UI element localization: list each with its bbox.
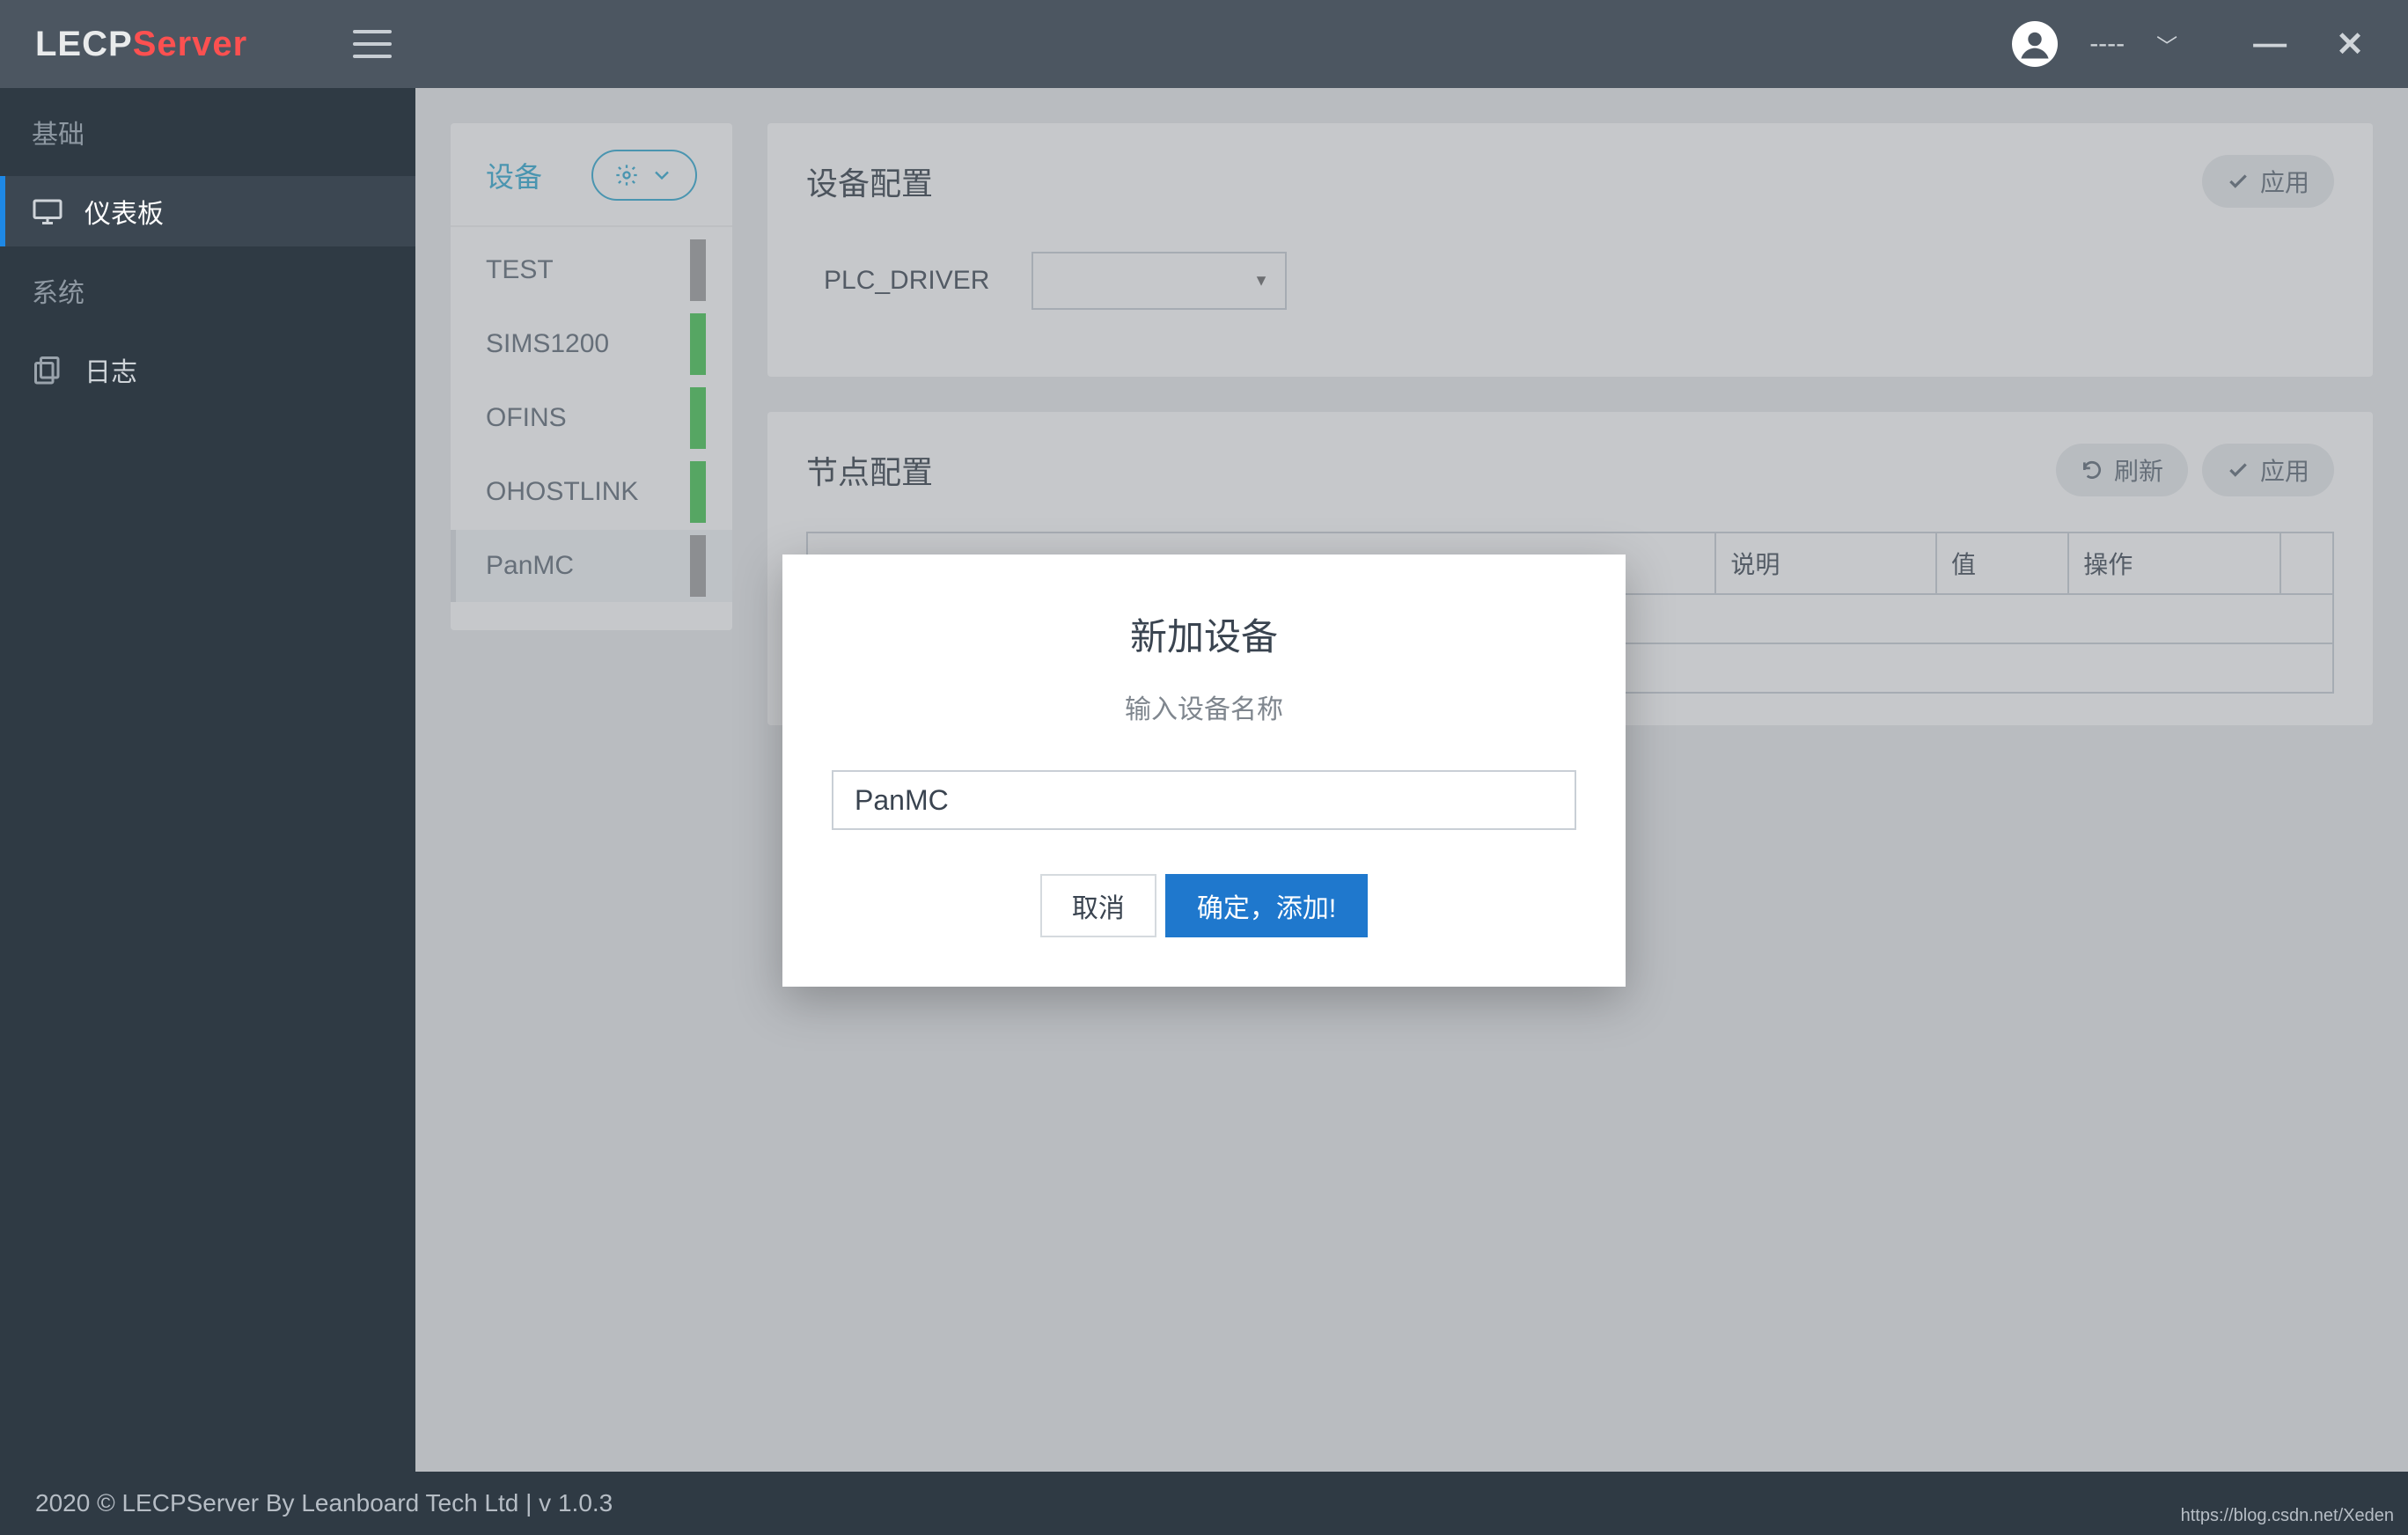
modal-actions: 取消 确定，添加! — [832, 874, 1576, 937]
modal-title: 新加设备 — [832, 607, 1576, 661]
modal-wrap: 新加设备 输入设备名称 取消 确定，添加! — [0, 0, 2408, 1535]
confirm-button[interactable]: 确定，添加! — [1165, 874, 1368, 937]
cancel-button[interactable]: 取消 — [1040, 874, 1156, 937]
add-device-modal: 新加设备 输入设备名称 取消 确定，添加! — [782, 555, 1626, 987]
app-root: LECPServer ---- ﹀ — ✕ 基础 仪表板 系统 日 — [0, 0, 2408, 1535]
device-name-input[interactable] — [832, 770, 1576, 830]
modal-subtitle: 输入设备名称 — [832, 687, 1576, 726]
